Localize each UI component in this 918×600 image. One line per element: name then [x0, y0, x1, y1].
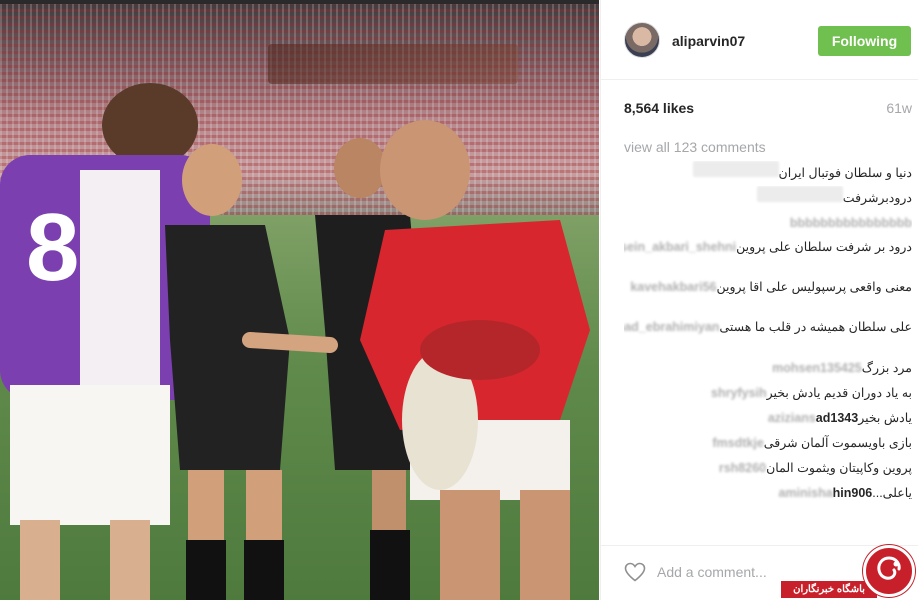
jersey-number: 8 — [26, 194, 80, 301]
comment-username[interactable]: fmsdtkje — [712, 436, 763, 450]
post-age[interactable]: 61w — [886, 100, 912, 116]
comment-item: پروین وکاپیتان ویثموت المان rsh8260 — [624, 456, 912, 481]
comment-username[interactable]: shryfysih — [711, 386, 767, 400]
post-photo[interactable]: 8 — [0, 0, 599, 600]
comment-username[interactable]: azizians — [768, 411, 816, 425]
comment-item: مرد بزرگ mohsen135425 — [624, 356, 912, 381]
avatar[interactable] — [624, 22, 660, 58]
username-link[interactable]: aliparvin07 — [672, 33, 745, 49]
comment-item: یاعلی... aminishahin906 — [624, 481, 912, 506]
post-side-panel: aliparvin07 Following 8,564 likes 61w vi… — [600, 0, 918, 600]
heart-icon[interactable] — [623, 560, 647, 584]
comment-username-hidden — [692, 161, 779, 177]
comment-text: دنیا و سلطان فوتبال ایران — [778, 166, 912, 180]
comment-text: درود بر شرفت سلطان علی پروین — [736, 240, 912, 254]
comment-username-visible[interactable]: hin906 — [833, 486, 873, 500]
comment-item: معنی واقعی پرسپولیس علی اقا پروین kavehak… — [624, 276, 912, 316]
comment-item: درودبرشرفت — [624, 186, 912, 211]
comment-item: علی سلطان همیشه در قلب ما هستیmohamad_eb… — [624, 316, 912, 356]
comment-text: یاعلی... — [872, 486, 912, 500]
comment-username[interactable]: kavehakbari56 — [630, 280, 716, 294]
comment-text: یادش بخیر — [858, 411, 912, 425]
view-all-comments-link[interactable]: view all 123 comments — [624, 139, 912, 161]
comment-username[interactable]: rsh8260 — [719, 461, 766, 475]
comment-text: مرد بزرگ — [861, 361, 912, 375]
comment-username[interactable]: hossein_akbari_shehni — [624, 240, 736, 254]
comments-list: view all 123 comments دنیا و سلطان فوتبا… — [624, 139, 912, 506]
players-illustration — [0, 83, 590, 600]
comment-item: بازی باویسموت آلمان شرقی fmsdtkje — [624, 431, 912, 456]
comment-text: معنی واقعی پرسپولیس علی اقا پروین — [716, 280, 913, 294]
comment-username-hidden — [756, 186, 843, 202]
following-button[interactable]: Following — [818, 26, 911, 56]
comment-username-visible[interactable]: ad1343 — [816, 411, 858, 425]
comment-text: بازی باویسموت آلمان شرقی — [763, 436, 912, 450]
club-watermark: باشگاه خبرنگاران — [781, 545, 918, 600]
comment-item: bbbbbbbbbbbbbbbb — [624, 211, 912, 236]
comment-item: به یاد دوران قدیم یادش بخیر shryfysih — [624, 381, 912, 406]
watermark-label: باشگاه خبرنگاران — [781, 581, 877, 598]
comment-text: درودبرشرفت — [842, 191, 912, 205]
comment-username[interactable]: aminisha — [778, 486, 832, 500]
comment-username[interactable]: mohsen135425 — [772, 361, 862, 375]
likes-row: 8,564 likes 61w — [624, 100, 912, 120]
comment-item: یادش بخیر aziziansad1343 — [624, 406, 912, 431]
comment-username[interactable]: bbbbbbbbbbbbbbbb — [790, 216, 912, 230]
club-logo-icon — [863, 545, 915, 597]
comment-text: پروین وکاپیتان ویثموت المان — [766, 461, 912, 475]
comment-item: دنیا و سلطان فوتبال ایران — [624, 161, 912, 186]
comment-username[interactable]: mohamad_ebrahimiyan — [624, 320, 719, 334]
post-header: aliparvin07 Following — [601, 0, 918, 80]
likes-count[interactable]: 8,564 likes — [624, 100, 694, 116]
comment-text: علی سلطان همیشه در قلب ما هستی — [719, 320, 912, 334]
comment-text: به یاد دوران قدیم یادش بخیر — [766, 386, 912, 400]
comment-item: درود بر شرفت سلطان علی پروینhossein_akba… — [624, 236, 912, 276]
